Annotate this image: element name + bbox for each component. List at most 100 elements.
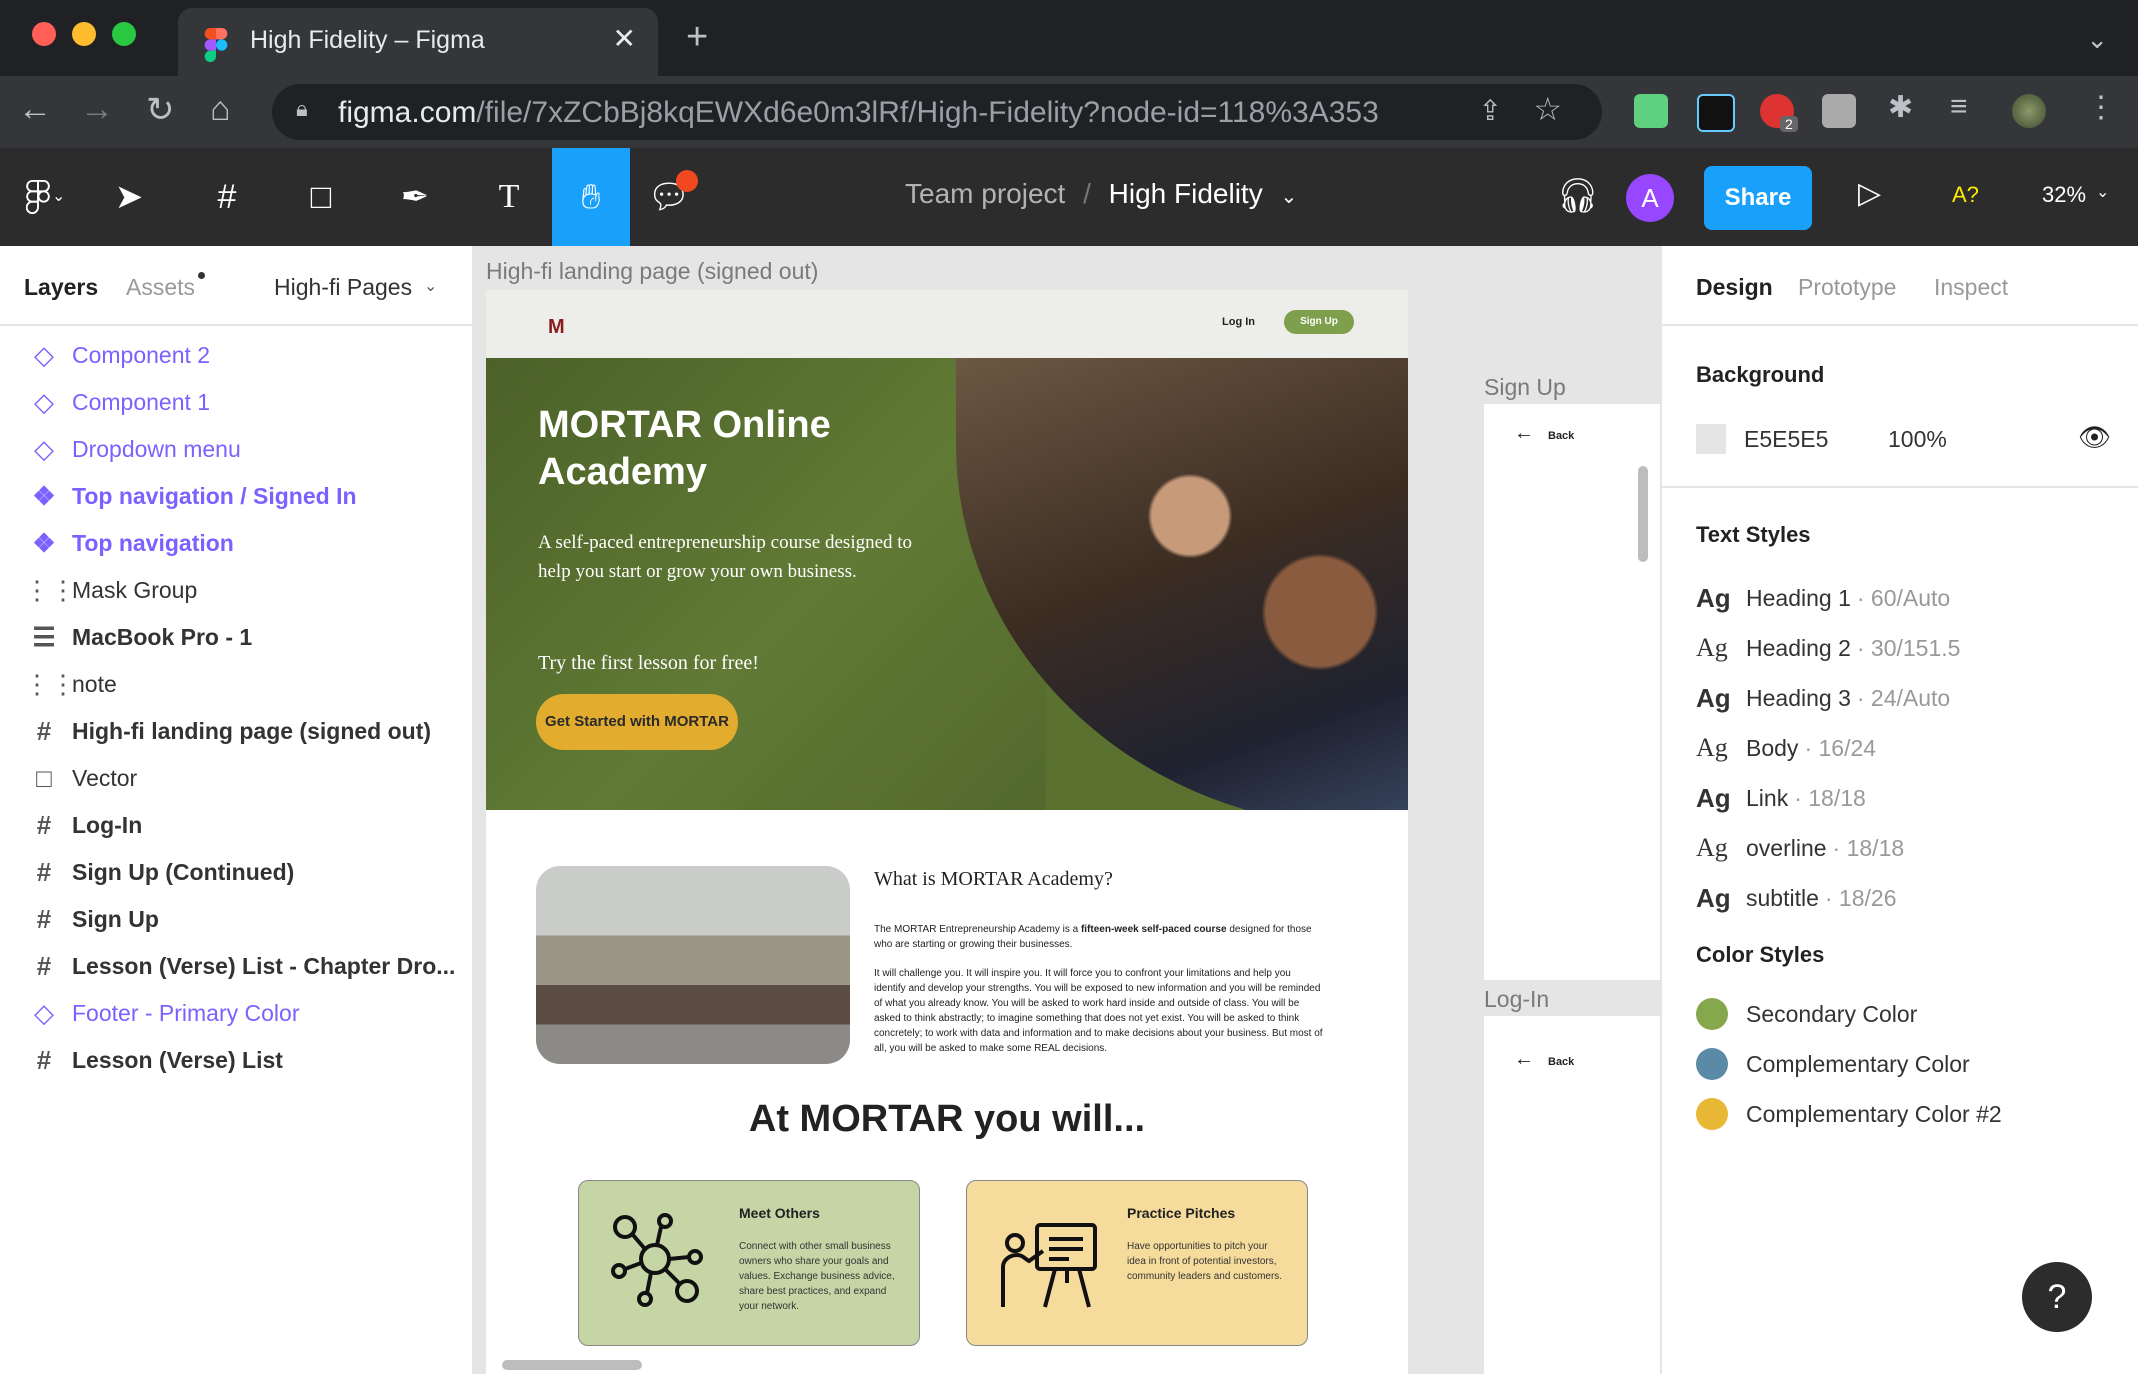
forward-arrow-icon[interactable]: → [80,90,114,129]
layer-row[interactable]: ◇ Footer - Primary Color [0,990,472,1036]
layer-row[interactable]: ◇ Component 1 [0,379,472,425]
text-style-name: Heading 3 [1746,684,1851,711]
minimize-window-button[interactable] [72,22,96,46]
frame-label[interactable]: High-fi landing page (signed out) [486,258,818,285]
browser-tab[interactable]: High Fidelity – Figma ✕ [178,8,658,76]
canvas-vertical-scrollbar[interactable] [1638,466,1648,562]
back-arrow-icon[interactable]: ← [1514,1048,1534,1071]
pages-dropdown[interactable]: High-fi Pages [274,274,412,301]
layer-row[interactable]: ☰ MacBook Pro - 1 [0,614,472,660]
site-login-link[interactable]: Log In [1222,316,1255,328]
extension-pdf-icon[interactable] [1697,94,1735,132]
card-title: Practice Pitches [1127,1205,1236,1221]
text-style-row[interactable]: Ag Heading 3 · 24/Auto [1696,678,1950,718]
network-people-icon [611,1213,703,1307]
signup-frame-label[interactable]: Sign Up [1484,374,1566,401]
text-style-row[interactable]: Ag Body · 16/24 [1696,728,1876,768]
hand-tool-button[interactable]: ✋︎ [552,148,630,246]
back-arrow-icon[interactable]: ← [1514,422,1534,445]
help-button[interactable]: ? [2022,1262,2092,1332]
present-play-icon[interactable]: ▷ [1858,176,1881,211]
login-frame[interactable]: ← Back [1484,1016,1660,1374]
layer-row[interactable]: ⋮⋮ Mask Group [0,567,472,613]
login-frame-label[interactable]: Log-In [1484,986,1549,1013]
color-style-row[interactable]: Complementary Color [1696,1044,1970,1084]
layer-row[interactable]: # Sign Up [0,896,472,942]
comment-tool-button[interactable]: 💬︎ [630,148,708,246]
layer-row[interactable]: # Sign Up (Continued) [0,849,472,895]
user-avatar[interactable]: A [1626,174,1674,222]
close-tab-icon[interactable]: ✕ [613,22,636,55]
reload-icon[interactable]: ↻ [146,90,175,130]
get-started-button[interactable]: Get Started with MORTAR [536,694,738,750]
frame-tool-button[interactable]: # [188,148,266,246]
pen-tool-button[interactable]: ✒ [376,148,454,246]
bookmark-star-icon[interactable]: ☆ [1533,90,1562,128]
profile-avatar[interactable] [2012,94,2046,128]
layer-row[interactable]: ⋮⋮ note [0,661,472,707]
background-swatch[interactable] [1696,424,1726,454]
signup-frame[interactable]: ← Back [1484,404,1660,980]
text-style-row[interactable]: Ag Heading 2 · 30/151.5 [1696,628,1960,668]
group-icon: ⋮⋮ [24,574,76,605]
layer-row[interactable]: # Lesson (Verse) List [0,1037,472,1083]
text-style-row[interactable]: Ag Link · 18/18 [1696,778,1866,818]
shape-tool-button[interactable]: □ [282,148,360,246]
text-style-row[interactable]: Ag overline · 18/18 [1696,828,1904,868]
layer-row[interactable]: ❖ Top navigation / Signed In [0,473,472,519]
missing-fonts-button[interactable]: A? [1952,182,1979,208]
chevron-down-icon[interactable]: ⌄ [424,276,437,296]
file-name[interactable]: High Fidelity [1109,178,1263,209]
tab-assets[interactable]: Assets [126,274,195,301]
audio-headphones-icon[interactable]: 🎧︎ [1556,176,1599,216]
layer-row[interactable]: □ Vector [0,755,472,801]
share-page-icon[interactable]: ⇪ [1479,94,1502,127]
media-queue-icon[interactable]: ≡ [1950,90,1968,124]
chevron-down-icon[interactable]: ⌄ [1280,186,1297,208]
background-hex-input[interactable]: E5E5E5 [1744,426,1828,453]
zoom-level[interactable]: 32% [2042,182,2086,208]
text-style-row[interactable]: Ag subtitle · 18/26 [1696,878,1896,918]
text-tool-button[interactable]: T [470,148,548,246]
address-bar[interactable]: 🔒︎ figma.com/file/7xZCbBj8kqEWXd6e0m3lRf… [272,84,1602,140]
chevron-down-icon[interactable]: ⌄ [2096,182,2109,202]
canvas-horizontal-scrollbar[interactable] [502,1360,642,1370]
chevron-down-icon[interactable]: ⌄ [2086,24,2108,55]
back-link[interactable]: Back [1548,1056,1574,1068]
share-button[interactable]: Share [1704,166,1812,230]
text-style-row[interactable]: Ag Heading 1 · 60/Auto [1696,578,1950,618]
visibility-eye-icon[interactable]: 👁︎ [2078,422,2111,453]
back-arrow-icon[interactable]: ← [18,90,52,129]
landing-page-frame[interactable]: M Log In Sign Up MORTAR Online Academy A… [486,290,1408,1374]
layer-row[interactable]: ❖ Top navigation [0,520,472,566]
extension-k-icon[interactable] [1822,94,1856,128]
tab-inspect[interactable]: Inspect [1934,274,2008,301]
move-tool-button[interactable]: ➤ [90,148,168,246]
close-window-button[interactable] [32,22,56,46]
extension-grammar-icon[interactable] [1634,94,1668,128]
layer-row[interactable]: ◇ Component 2 [0,332,472,378]
browser-menu-icon[interactable]: ⋮ [2086,90,2116,125]
background-opacity-input[interactable]: 100% [1888,426,1947,453]
text-style-sample: Ag [1696,582,1731,613]
tab-prototype[interactable]: Prototype [1798,274,1896,301]
project-name[interactable]: Team project [905,178,1065,209]
layer-row[interactable]: # High-fi landing page (signed out) [0,708,472,754]
layer-row[interactable]: ◇ Dropdown menu [0,426,472,472]
url-text[interactable]: figma.com/file/7xZCbBj8kqEWXd6e0m3lRf/Hi… [338,96,1379,130]
chevron-down-icon[interactable]: ⌄ [52,186,65,206]
color-style-name: Complementary Color [1746,1050,1970,1077]
color-style-row[interactable]: Secondary Color [1696,994,1917,1034]
tab-design[interactable]: Design [1696,274,1773,301]
layer-row[interactable]: # Lesson (Verse) List - Chapter Dro... [0,943,472,989]
back-link[interactable]: Back [1548,430,1574,442]
layer-row[interactable]: # Log-In [0,802,472,848]
color-style-row[interactable]: Complementary Color #2 [1696,1094,2002,1134]
maximize-window-button[interactable] [112,22,136,46]
new-tab-button[interactable]: + [686,18,708,56]
tab-layers[interactable]: Layers [24,274,98,301]
home-icon[interactable]: ⌂ [210,90,231,129]
browser-tab-bar: High Fidelity – Figma ✕ + ⌄ [0,0,2138,76]
extensions-puzzle-icon[interactable]: ✱ [1888,90,1913,125]
site-signup-button[interactable]: Sign Up [1284,310,1354,334]
